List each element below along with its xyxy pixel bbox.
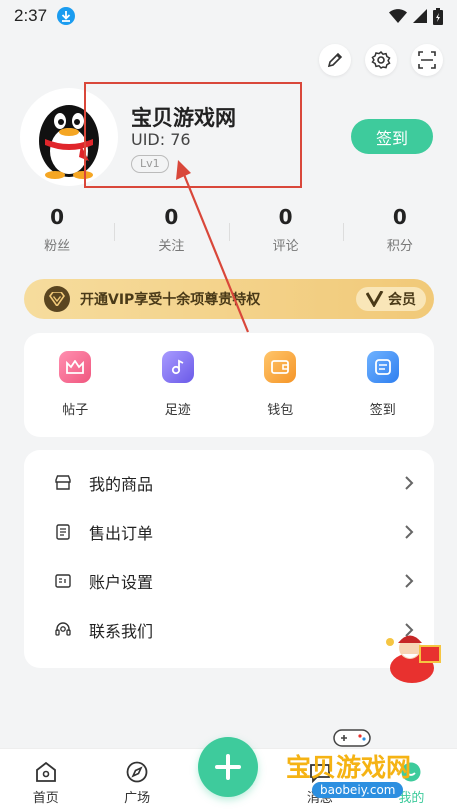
menu-item-sold-orders[interactable]: 售出订单 bbox=[24, 507, 434, 556]
chevron-right-icon bbox=[405, 475, 414, 490]
quick-action-checkin[interactable]: 签到 bbox=[332, 351, 435, 437]
battery-icon bbox=[433, 7, 443, 25]
add-post-button[interactable] bbox=[198, 737, 258, 797]
wallet-icon bbox=[264, 351, 297, 383]
menu-card: 我的商品 售出订单 账户设置 联系我们 bbox=[24, 450, 434, 668]
level-badge: Lv1 bbox=[131, 155, 169, 173]
watermark-title: 宝贝游戏网 bbox=[286, 753, 412, 782]
stats-row: 0 粉丝 0 关注 0 评论 0 积分 bbox=[0, 205, 457, 254]
quick-action-label: 签到 bbox=[369, 403, 396, 418]
quick-action-posts[interactable]: 帖子 bbox=[24, 351, 127, 437]
watermark-url: baobeiy.com bbox=[312, 782, 404, 798]
pencil-icon bbox=[327, 52, 343, 68]
stat-label: 评论 bbox=[272, 239, 299, 254]
site-watermark: 宝贝游戏网 baobeiy.com bbox=[282, 724, 452, 810]
stat-label: 积分 bbox=[386, 239, 413, 254]
stat-value: 0 bbox=[392, 205, 407, 229]
settings-button[interactable] bbox=[365, 44, 397, 76]
quick-action-wallet[interactable]: 钱包 bbox=[229, 351, 332, 437]
compass-icon bbox=[126, 761, 148, 783]
quick-actions-card: 帖子 足迹 钱包 签到 bbox=[24, 333, 434, 437]
menu-item-label: 我的商品 bbox=[89, 474, 154, 494]
annotation-highlight-box bbox=[84, 82, 302, 188]
stat-label: 粉丝 bbox=[44, 239, 71, 254]
vip-v-icon bbox=[366, 291, 384, 307]
quick-action-label: 钱包 bbox=[267, 403, 294, 418]
chevron-right-icon bbox=[405, 573, 414, 588]
tab-label: 首页 bbox=[32, 791, 59, 806]
status-bar: 2:37 bbox=[0, 0, 457, 32]
quick-action-label: 足迹 bbox=[164, 403, 191, 418]
scan-button[interactable] bbox=[411, 44, 443, 76]
stat-value: 0 bbox=[50, 205, 65, 229]
vip-badge-label: 会员 bbox=[388, 292, 416, 308]
vip-promo-text: 开通VIP享受十余项尊贵特权 bbox=[80, 292, 261, 308]
vip-member-badge[interactable]: 会员 bbox=[356, 287, 426, 311]
menu-item-my-products[interactable]: 我的商品 bbox=[24, 458, 434, 507]
gamepad-icon bbox=[333, 729, 371, 747]
quick-action-footprints[interactable]: 足迹 bbox=[127, 351, 230, 437]
quick-action-label: 帖子 bbox=[62, 403, 89, 418]
stat-followers[interactable]: 0 粉丝 bbox=[0, 205, 114, 254]
plus-icon bbox=[215, 754, 241, 780]
menu-item-account-settings[interactable]: 账户设置 bbox=[24, 556, 434, 605]
vip-diamond-icon bbox=[44, 286, 70, 312]
watermark-mascot-icon bbox=[386, 635, 441, 683]
music-note-icon bbox=[161, 351, 194, 383]
status-time: 2:37 bbox=[14, 6, 48, 25]
top-toolbar bbox=[319, 44, 443, 76]
stat-points[interactable]: 0 积分 bbox=[342, 205, 457, 254]
shop-icon bbox=[55, 475, 71, 491]
username: 宝贝游戏网 bbox=[131, 106, 236, 130]
stat-comments[interactable]: 0 评论 bbox=[228, 205, 343, 254]
stat-label: 关注 bbox=[158, 239, 185, 254]
menu-item-label: 联系我们 bbox=[89, 621, 154, 641]
stat-following[interactable]: 0 关注 bbox=[114, 205, 228, 254]
tab-home[interactable]: 首页 bbox=[0, 749, 91, 812]
vip-banner[interactable]: 开通VIP享受十余项尊贵特权 会员 bbox=[24, 279, 434, 319]
stat-value: 0 bbox=[278, 205, 293, 229]
order-icon bbox=[55, 523, 71, 540]
checkin-button[interactable]: 签到 bbox=[351, 119, 433, 154]
menu-item-label: 售出订单 bbox=[89, 523, 154, 543]
edit-button[interactable] bbox=[319, 44, 351, 76]
download-icon bbox=[57, 7, 76, 25]
home-icon bbox=[35, 761, 56, 782]
calendar-icon bbox=[366, 351, 399, 383]
stat-value: 0 bbox=[164, 205, 179, 229]
wifi-icon bbox=[389, 9, 407, 23]
signal-icon bbox=[413, 9, 427, 23]
user-id: UID: 76 bbox=[131, 130, 191, 149]
scan-icon bbox=[418, 51, 436, 69]
chevron-right-icon bbox=[405, 524, 414, 539]
tab-square[interactable]: 广场 bbox=[91, 749, 182, 812]
menu-item-label: 账户设置 bbox=[89, 572, 154, 592]
tab-label: 广场 bbox=[124, 791, 151, 806]
crown-icon bbox=[59, 351, 92, 383]
account-card-icon bbox=[55, 573, 71, 589]
headset-icon bbox=[55, 621, 71, 638]
menu-item-contact-us[interactable]: 联系我们 bbox=[24, 605, 434, 654]
gear-icon bbox=[371, 50, 391, 69]
